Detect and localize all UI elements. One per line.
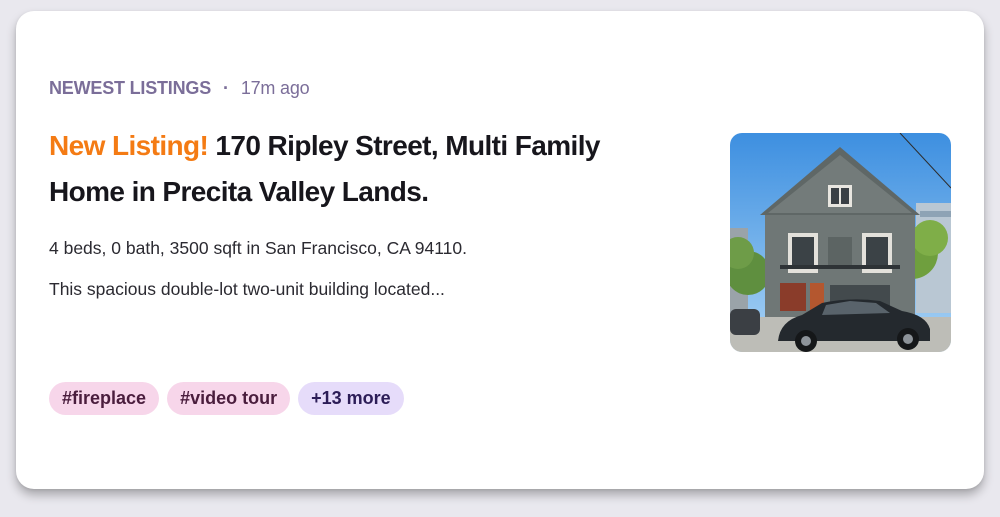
listing-excerpt: This spacious double-lot two-unit buildi…: [49, 279, 445, 299]
listing-meta: NEWEST LISTINGS · 17m ago: [49, 78, 310, 99]
more-tags-button[interactable]: +13 more: [298, 382, 404, 415]
timestamp: 17m ago: [240, 78, 310, 98]
tag-list: #fireplace #video tour +13 more: [49, 382, 404, 415]
tag-video-tour[interactable]: #video tour: [167, 382, 291, 415]
listing-title[interactable]: New Listing! 170 Ripley Street, Multi Fa…: [49, 123, 669, 215]
listing-summary: 4 beds, 0 bath, 3500 sqft in San Francis…: [49, 238, 468, 258]
listing-photo[interactable]: [730, 133, 951, 352]
listing-card[interactable]: NEWEST LISTINGS · 17m ago New Listing! 170…: [16, 11, 984, 489]
section-label[interactable]: NEWEST LISTINGS: [49, 78, 211, 98]
house-photo-illustration: [730, 133, 951, 352]
meta-separator: ·: [223, 78, 229, 98]
new-listing-label: New Listing!: [49, 130, 209, 161]
tag-fireplace[interactable]: #fireplace: [49, 382, 160, 415]
